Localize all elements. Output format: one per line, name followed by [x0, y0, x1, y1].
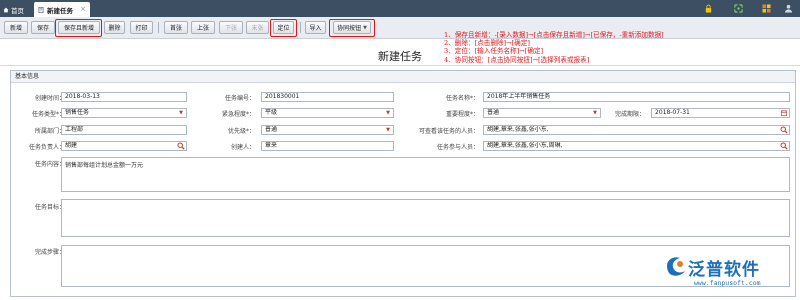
tab-new-task-label: 新建任务	[47, 6, 73, 15]
home-icon	[3, 7, 9, 12]
deadline-field[interactable]: 2018-07-31	[651, 108, 790, 118]
task-no-label: 任务编号：	[224, 95, 255, 102]
save-and-add-highlight	[55, 18, 102, 37]
print-button[interactable]: 打印	[130, 21, 153, 34]
dropdown-arrow-icon: ▼	[179, 110, 183, 116]
owner-label: 任务负责人：	[28, 144, 65, 151]
participants-field[interactable]: 胡建,章来,张鑫,张小东,周琳,	[483, 141, 790, 151]
top-tab-bar: 首页 新建任务 ×	[0, 0, 800, 17]
note-line: 1、保存且新增：-[录入数据]→[点击保存且新增]→[已保存，-重新添加数据]	[444, 31, 664, 39]
participants-label: 任务参与人员：	[436, 144, 479, 151]
task-type-value: 销售任务	[65, 109, 90, 116]
first-record-button[interactable]: 首张	[164, 21, 188, 34]
owner-field[interactable]: 胡建	[61, 141, 187, 151]
viewers-value: 胡建,章来,张鑫,张小东,	[487, 126, 549, 133]
brand-name: 泛普软件	[688, 260, 760, 280]
task-name-field[interactable]: 2018年上半年销售任务	[483, 92, 790, 102]
user-menu-icon[interactable]	[784, 4, 793, 13]
locate-highlight	[270, 18, 297, 37]
owner-value: 胡建	[65, 142, 78, 149]
tab-new-task[interactable]: 新建任务 ×	[34, 2, 90, 17]
brand-url: www.fanpusoft.com	[694, 279, 761, 287]
import-button[interactable]: 导入	[305, 21, 326, 34]
dropdown-arrow-icon: ▼	[386, 127, 390, 133]
deadline-value: 2018-07-31	[655, 109, 690, 116]
document-icon	[38, 6, 44, 13]
viewers-field[interactable]: 胡建,章来,张鑫,张小东,	[483, 125, 790, 135]
last-record-button[interactable]: 末张	[246, 21, 269, 34]
next-record-button[interactable]: 下张	[219, 21, 243, 34]
fullscreen-icon[interactable]	[734, 4, 743, 13]
urgency-label: 紧急程度*：	[221, 111, 255, 118]
dropdown-arrow-icon: ▼	[386, 110, 390, 116]
importance-label: 重要程度*：	[445, 111, 479, 118]
urgency-value: 平级	[265, 109, 278, 116]
viewers-label: 可查看该任务的人员：	[418, 128, 479, 135]
save-button[interactable]: 保存	[31, 21, 55, 34]
importance-select[interactable]: 普通 ▼	[483, 108, 601, 118]
search-icon[interactable]	[177, 142, 185, 150]
deadline-label: 完成期限：	[614, 111, 645, 118]
create-time-field[interactable]: 2018-03-13	[61, 92, 187, 102]
title-divider	[0, 65, 800, 66]
task-type-select[interactable]: 销售任务 ▼	[61, 108, 187, 118]
calendar-icon[interactable]	[781, 110, 787, 116]
dropdown-arrow-icon: ▼	[593, 110, 597, 116]
previous-record-button[interactable]: 上张	[191, 21, 215, 34]
page-title: 新建任务	[378, 50, 422, 63]
importance-value: 普通	[487, 109, 500, 116]
dept-field[interactable]: 工程部	[61, 125, 187, 135]
tab-home-label: 首页	[11, 6, 24, 15]
urgency-select[interactable]: 平级 ▼	[261, 108, 394, 118]
delete-button[interactable]: 删除	[104, 21, 125, 34]
apps-icon[interactable]	[762, 4, 771, 13]
add-button[interactable]: 新增	[4, 21, 28, 34]
brand-mark-icon	[667, 257, 685, 276]
collaboration-highlight	[329, 18, 375, 37]
brand-logo: 泛普软件 www.fanpusoft.com	[664, 254, 796, 298]
toolbar-separator	[158, 22, 159, 33]
content-textarea[interactable]: 销售部每组计划总金额一万元	[61, 157, 790, 192]
section-title: 基本信息	[11, 71, 795, 83]
creator-label: 创建人：	[230, 144, 255, 151]
participants-value: 胡建,章来,张鑫,张小东,周琳,	[487, 142, 563, 149]
priority-label: 优先级*：	[227, 128, 255, 135]
priority-select[interactable]: 普通 ▼	[261, 125, 394, 135]
search-icon[interactable]	[780, 126, 788, 134]
priority-value: 普通	[265, 126, 278, 133]
creator-field[interactable]: 章来	[261, 141, 394, 151]
tab-home[interactable]: 首页	[3, 2, 31, 17]
search-icon[interactable]	[780, 142, 788, 150]
lock-icon[interactable]	[704, 4, 713, 13]
close-icon[interactable]: ×	[80, 5, 86, 13]
goal-textarea[interactable]	[61, 199, 790, 237]
toolbar-separator	[300, 22, 301, 33]
task-name-label: 任务名称*：	[445, 95, 479, 102]
task-no-field[interactable]: 201830001	[261, 92, 394, 102]
